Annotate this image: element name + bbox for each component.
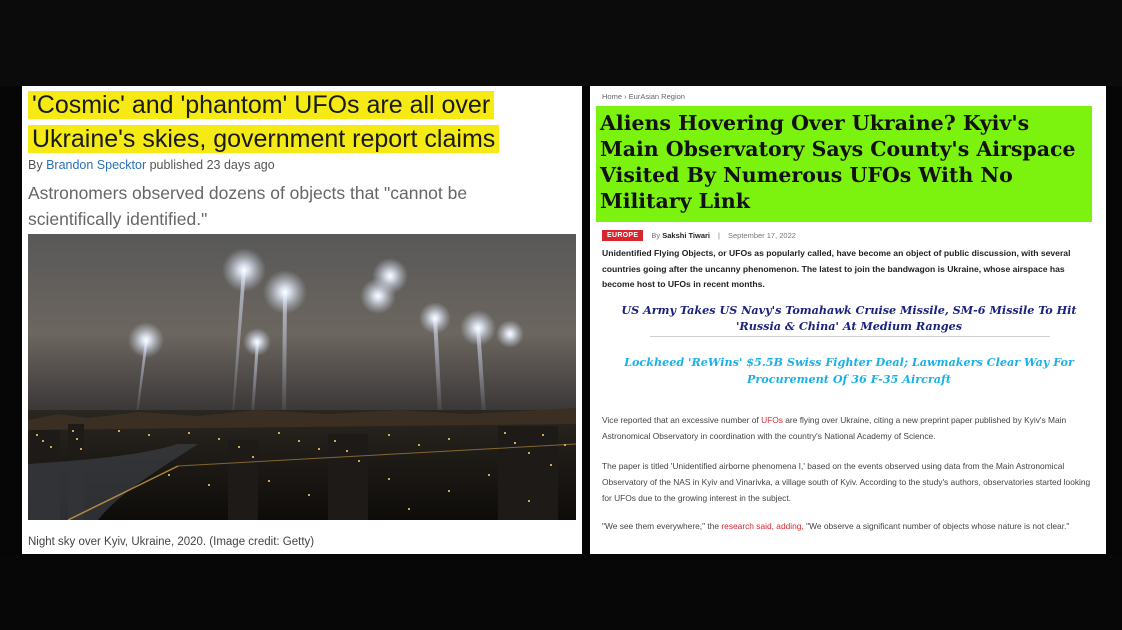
p3-text-b: "We observe a significant number of obje…: [803, 521, 1070, 531]
paragraph-1: Vice reported that an excessive number o…: [602, 412, 1096, 444]
kyiv-night-sky-photo: [28, 234, 576, 520]
left-headline: 'Cosmic' and 'phantom' UFOs are all over…: [28, 91, 500, 153]
category-badge[interactable]: EUROPE: [602, 229, 644, 241]
left-lede: Astronomers observed dozens of objects t…: [28, 183, 468, 229]
p3-text-a: "We see them everywhere," the: [602, 521, 722, 531]
paragraph-2: The paper is titled 'Unidentified airbor…: [602, 461, 1091, 503]
photo-caption: Night sky over Kyiv, Ukraine, 2020. (Ima…: [28, 536, 315, 548]
left-byline: By Brandon Specktor published 23 days ag…: [28, 158, 275, 172]
right-article-panel: Home › EurAsian Region Aliens Hovering O…: [590, 86, 1106, 554]
author-line: By Sakshi Tiwari: [651, 231, 710, 240]
left-headline-wrap: 'Cosmic' and 'phantom' UFOs are all over…: [28, 88, 568, 156]
top-letterbox: [0, 0, 1122, 86]
p1-text-a: Vice reported that an excessive number o…: [602, 415, 762, 425]
right-author-link[interactable]: Sakshi Tiwari: [662, 231, 710, 240]
meta-separator: |: [718, 230, 720, 240]
article-intro: Unidentified Flying Objects, or UFOs as …: [602, 248, 1071, 289]
article-meta: EUROPE By Sakshi Tiwari | September 17, …: [602, 229, 796, 241]
breadcrumb[interactable]: Home › EurAsian Region: [602, 92, 685, 101]
ufos-link[interactable]: UFOs: [761, 415, 783, 425]
publish-date: September 17, 2022: [727, 230, 796, 240]
by-prefix: By: [651, 230, 663, 240]
divider: [650, 336, 1050, 337]
paragraph-3: "We see them everywhere," the research s…: [602, 518, 1096, 534]
research-link[interactable]: research said, adding,: [721, 521, 803, 531]
byline-prefix: By: [28, 158, 47, 172]
left-author-link[interactable]: Brandon Specktor: [46, 158, 146, 172]
published-time: published 23 days ago: [146, 158, 275, 172]
left-article-panel: 'Cosmic' and 'phantom' UFOs are all over…: [22, 86, 582, 554]
right-headline: Aliens Hovering Over Ukraine? Kyiv's Mai…: [600, 111, 1076, 213]
related-link-army[interactable]: US Army Takes US Navy's Tomahawk Cruise …: [602, 302, 1096, 334]
bottom-letterbox: [0, 556, 1122, 630]
related-link-lockheed[interactable]: Lockheed 'ReWins' $5.5B Swiss Fighter De…: [602, 354, 1096, 388]
